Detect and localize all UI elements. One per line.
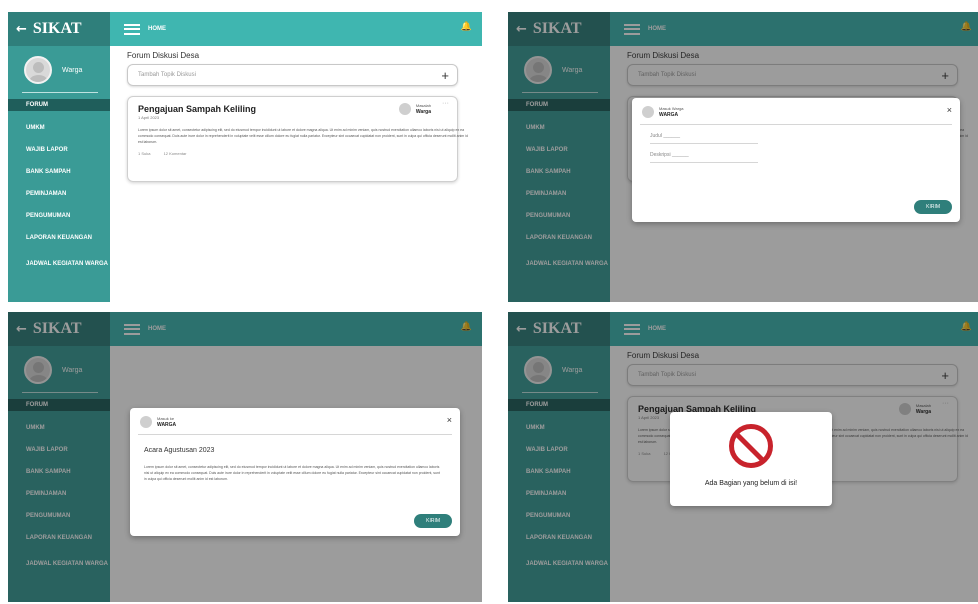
title-field[interactable]: Judul ______ <box>650 133 758 144</box>
plus-icon[interactable]: + <box>441 68 449 83</box>
sidebar-item-bank-sampah[interactable]: BANK SAMPAH <box>8 161 110 183</box>
main-content: Forum Diskusi Desa Tambah Topik Diskusi … <box>110 46 482 302</box>
bell-icon[interactable]: 🔔 <box>461 21 472 32</box>
modal-header: Masuk Warga WARGA × <box>632 98 960 118</box>
sidebar-item-laporan-keuangan[interactable]: LAPORAN KEUANGAN <box>8 227 110 249</box>
post-body: Lorem ipsum dolor sit amet, consectetur … <box>138 128 468 144</box>
user-name: Warga <box>62 66 83 74</box>
author-info: Masuk ke WARGA <box>157 416 176 428</box>
author-avatar <box>140 416 152 428</box>
error-message: Ada Bagian yang belum di isi! <box>704 480 798 487</box>
top-bar: HOME 🔔 <box>110 12 482 46</box>
screen-post-detail: ← SIKAT Warga FORUM UMKM WAJIB LAPOR BANK S… <box>8 312 482 602</box>
comment-count[interactable]: 12 Komentar <box>164 151 187 156</box>
profile-divider <box>22 92 98 93</box>
author-line2: WARGA <box>659 112 679 118</box>
like-count[interactable]: 1 Suka <box>138 151 150 156</box>
sidebar-item-forum[interactable]: FORUM <box>8 99 110 111</box>
author-info: Masalah Warga <box>416 103 431 115</box>
prohibited-icon <box>729 424 773 468</box>
brand-bar[interactable]: ← SIKAT <box>8 12 110 46</box>
avatar <box>24 56 52 84</box>
submit-button[interactable]: KIRIM <box>914 200 952 214</box>
new-topic-modal: Masuk Warga WARGA × Judul ______ Deskrip… <box>632 98 960 222</box>
sidebar: ← SIKAT Warga FORUM UMKM WAJIB LAPOR BANK S… <box>8 12 110 302</box>
description-field[interactable]: Deskripsi ______ <box>650 152 758 163</box>
new-topic-placeholder: Tambah Topik Diskusi <box>138 72 196 78</box>
screen-forum-home: ← SIKAT Warga FORUM UMKM WAJIB LAPOR BANK S… <box>8 12 482 302</box>
hamburger-menu-icon[interactable] <box>124 23 140 35</box>
sidebar-item-wajib-lapor[interactable]: WAJIB LAPOR <box>8 139 110 161</box>
post-detail-modal: Masuk ke WARGA × Acara Agustusan 2023 Lo… <box>130 408 460 536</box>
post-meta: 1 Suka 12 Komentar <box>138 151 447 156</box>
submit-button[interactable]: KIRIM <box>414 514 452 528</box>
error-dialog: Ada Bagian yang belum di isi! <box>670 412 832 506</box>
page-title: HOME <box>148 26 166 32</box>
modal-post-body: Lorem ipsum dolor sit amet, consectetur … <box>144 465 440 481</box>
post-date: 1 April 2023 <box>138 115 160 120</box>
screen-new-topic: ← SIKAT Warga FORUM UMKM WAJIB LAPOR BANK S… <box>508 12 978 302</box>
sidebar-item-jadwal-kegiatan-warga[interactable]: JADWAL KEGIATAN WARGA <box>8 249 110 279</box>
close-icon[interactable]: × <box>947 105 952 115</box>
author-line1: Masuk ke <box>157 416 175 421</box>
new-topic-input[interactable]: Tambah Topik Diskusi + <box>127 64 458 86</box>
close-icon[interactable]: × <box>447 415 452 425</box>
author-avatar <box>642 106 654 118</box>
author-role: Masalah <box>415 103 431 108</box>
brand-title: SIKAT <box>32 20 82 37</box>
post-author: Masalah Warga <box>398 103 431 115</box>
sidebar-item-umkm[interactable]: UMKM <box>8 117 110 139</box>
user-profile[interactable]: Warga <box>8 46 110 92</box>
forum-post-card[interactable]: Pengajuan Sampah Keliling 1 April 2023 M… <box>127 96 468 182</box>
author-name: Warga <box>415 109 431 115</box>
modal-header: Masuk ke WARGA × <box>130 408 460 428</box>
author-line2: WARGA <box>157 422 177 428</box>
author-line1: Masuk Warga <box>659 106 684 111</box>
sidebar-menu: FORUM UMKM WAJIB LAPOR BANK SAMPAH PEMINJAMA… <box>8 99 110 279</box>
modal-divider <box>640 124 952 125</box>
back-arrow-icon[interactable]: ← <box>16 22 27 37</box>
author-info: Masuk Warga WARGA <box>659 106 684 118</box>
forum-title: Forum Diskusi Desa <box>127 51 200 60</box>
author-avatar <box>398 103 411 115</box>
sidebar-item-pengumuman[interactable]: PENGUMUMAN <box>8 205 110 227</box>
modal-divider <box>138 434 452 435</box>
modal-post-title: Acara Agustusan 2023 <box>144 447 215 454</box>
screen-validation-error: ← SIKAT Warga FORUM UMKM WAJIB LAPOR BANK S… <box>508 312 978 602</box>
sidebar-item-peminjaman[interactable]: PEMINJAMAN <box>8 183 110 205</box>
more-options-icon[interactable]: ··· <box>442 100 449 107</box>
